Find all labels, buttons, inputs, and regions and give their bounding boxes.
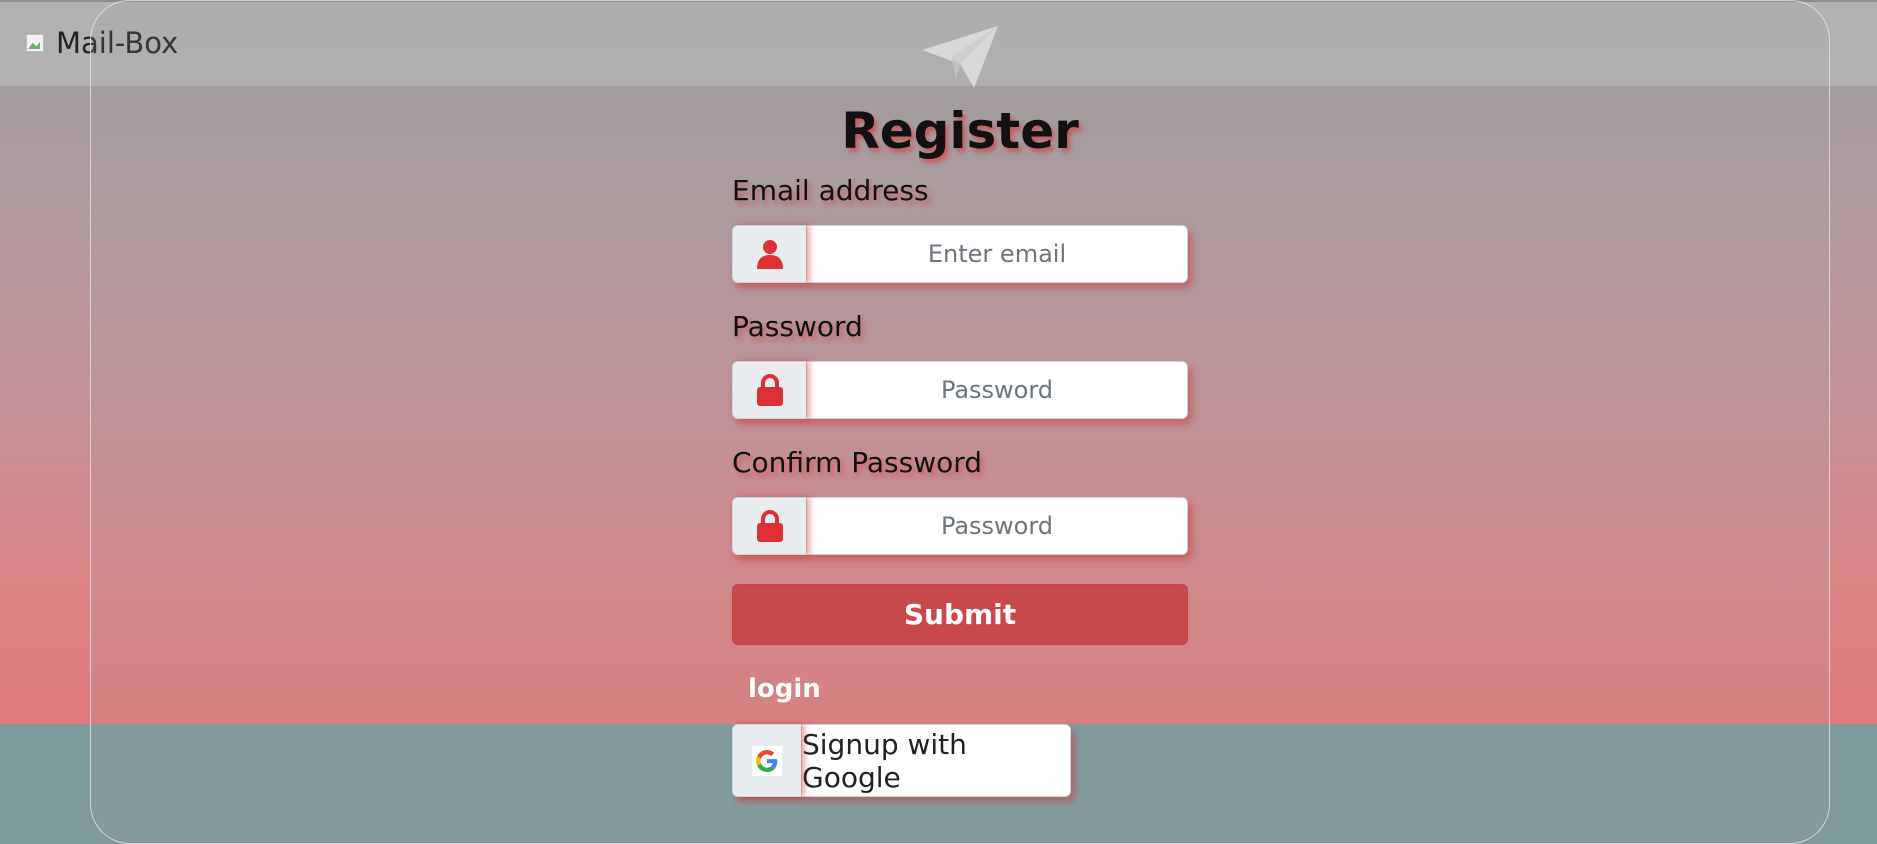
lock-icon (756, 510, 783, 542)
password-group (732, 361, 1188, 419)
submit-button[interactable]: Submit (732, 584, 1188, 645)
confirm-password-label: Confirm Password (732, 446, 983, 479)
google-signup-button[interactable]: Signup with Google (732, 724, 1071, 797)
password-label: Password (732, 310, 863, 343)
email-label: Email address (732, 174, 929, 207)
password-input[interactable] (806, 361, 1188, 419)
user-icon (756, 240, 783, 269)
google-icon (752, 745, 782, 776)
email-group (732, 225, 1188, 283)
lock-icon (756, 374, 783, 406)
login-link[interactable]: login (748, 674, 821, 704)
broken-image-icon (24, 31, 48, 55)
paper-plane-icon (922, 26, 998, 88)
confirm-password-group (732, 497, 1188, 555)
google-signup-label: Signup with Google (801, 724, 1071, 797)
password-addon (732, 361, 806, 419)
confirm-password-addon (732, 497, 806, 555)
page-title: Register (841, 102, 1079, 160)
confirm-password-input[interactable] (806, 497, 1188, 555)
email-input[interactable] (806, 225, 1188, 283)
email-addon (732, 225, 806, 283)
google-addon (732, 724, 801, 797)
